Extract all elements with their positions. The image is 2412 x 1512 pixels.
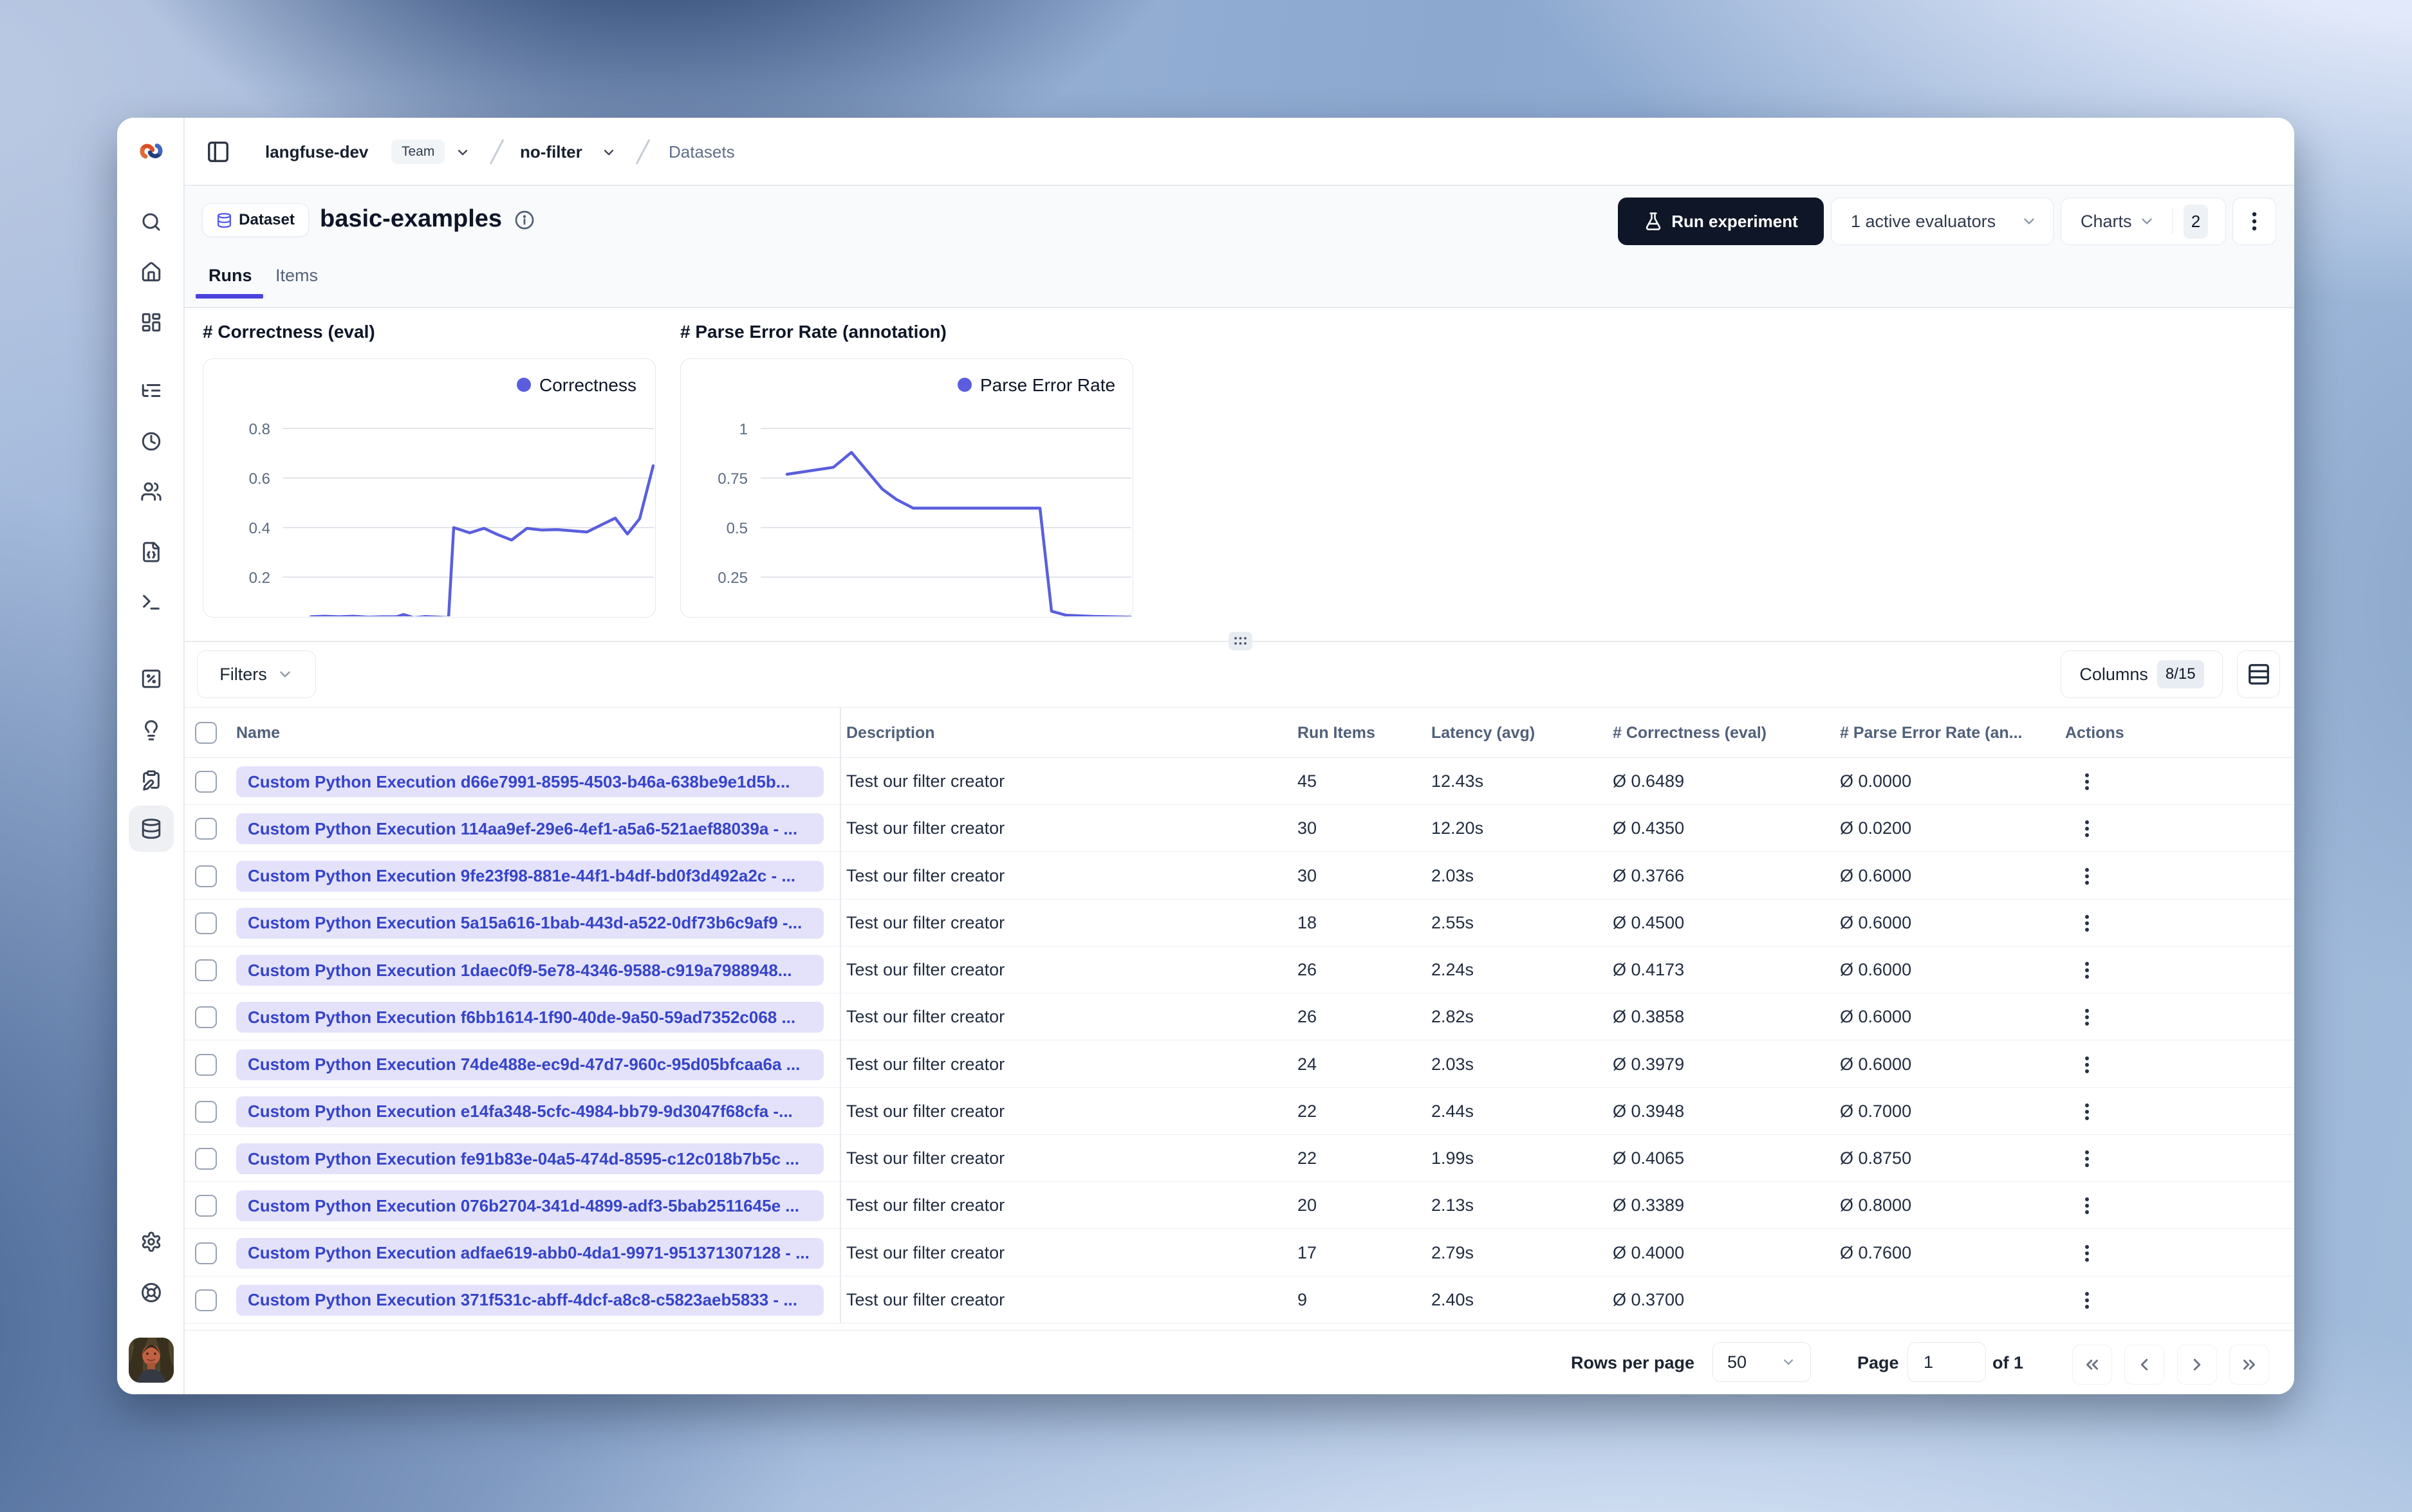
svg-text:Parse Error Rate: Parse Error Rate [980, 375, 1115, 395]
svg-text:0.25: 0.25 [718, 569, 748, 587]
svg-text:1: 1 [739, 421, 748, 438]
svg-text:0.2: 0.2 [249, 569, 270, 587]
svg-text:0.5: 0.5 [727, 520, 748, 537]
svg-text:0.8: 0.8 [249, 421, 270, 438]
svg-text:Correctness: Correctness [539, 375, 636, 395]
svg-text:0.4: 0.4 [249, 520, 270, 537]
svg-text:0.6: 0.6 [249, 470, 270, 488]
svg-text:0.75: 0.75 [718, 470, 748, 488]
